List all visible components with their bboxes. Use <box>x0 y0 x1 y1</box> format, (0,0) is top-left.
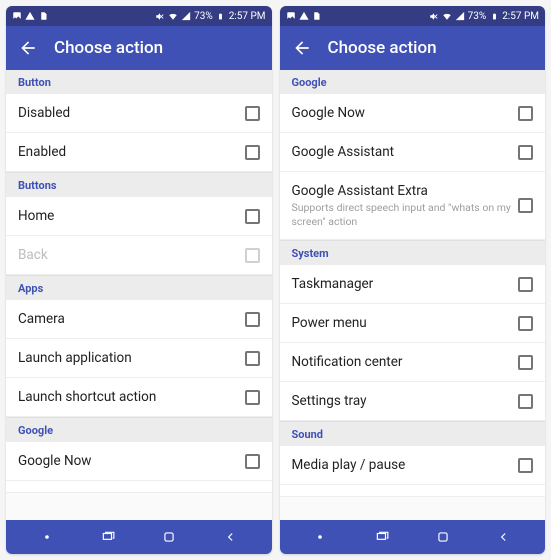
list-item-label: Google Assistant Extra <box>292 183 519 199</box>
checkbox-icon[interactable] <box>518 458 533 473</box>
status-bar: 73% 2:57 PM <box>6 6 272 26</box>
list-item[interactable]: Disabled <box>6 94 272 133</box>
nav-recents-icon[interactable] <box>98 527 118 547</box>
checkbox-icon[interactable] <box>518 198 533 213</box>
warning-icon <box>25 11 35 21</box>
phone-right: 73% 2:57 PM Choose action Google Google N… <box>280 6 546 554</box>
list-item-label: Taskmanager <box>292 276 519 292</box>
doc-icon <box>38 11 48 21</box>
app-bar: Choose action <box>6 26 272 70</box>
list-item[interactable]: Taskmanager <box>280 265 546 304</box>
list-item[interactable]: Power menu <box>280 304 546 343</box>
list-item[interactable]: Launch shortcut action <box>6 378 272 417</box>
list-item[interactable]: Google Assistant Extra Supports direct sp… <box>280 172 546 240</box>
list-item-label: Camera <box>18 311 245 327</box>
section-header: System <box>280 240 546 265</box>
checkbox-icon[interactable] <box>245 454 260 469</box>
checkbox-icon[interactable] <box>518 145 533 160</box>
wifi-icon <box>168 11 178 21</box>
image-icon <box>12 11 22 21</box>
list-item-label: Disabled <box>18 105 245 121</box>
battery-text: 73% <box>194 11 213 22</box>
clock-text: 2:57 PM <box>229 11 266 22</box>
list-item-label: Back <box>18 247 245 263</box>
list-item-sub: Supports direct speech input and "whats … <box>292 201 519 228</box>
signal-icon <box>455 11 465 21</box>
battery-icon <box>489 11 499 21</box>
section-header: Apps <box>6 275 272 300</box>
list-item: Back <box>6 236 272 275</box>
checkbox-icon[interactable] <box>518 316 533 331</box>
nav-home-icon[interactable] <box>159 527 179 547</box>
clock-text: 2:57 PM <box>502 11 539 22</box>
list-item[interactable]: Camera <box>6 300 272 339</box>
checkbox-icon[interactable] <box>245 312 260 327</box>
app-bar: Choose action <box>280 26 546 70</box>
checkbox-icon[interactable] <box>245 209 260 224</box>
list-item-label: Google Now <box>292 105 519 121</box>
checkbox-icon[interactable] <box>518 394 533 409</box>
mute-icon <box>155 11 165 21</box>
checkbox-icon[interactable] <box>245 145 260 160</box>
checkbox-icon <box>245 248 260 263</box>
checkbox-icon[interactable] <box>245 106 260 121</box>
section-header: Button <box>6 70 272 94</box>
list-item[interactable]: Notification center <box>280 343 546 382</box>
nav-back-icon[interactable] <box>221 527 241 547</box>
section-header: Buttons <box>6 172 272 197</box>
signal-icon <box>181 11 191 21</box>
list-item-label: Launch application <box>18 350 245 366</box>
doc-icon <box>312 11 322 21</box>
partial-list-item <box>280 485 546 497</box>
app-title: Choose action <box>54 38 163 58</box>
section-header: Google <box>6 417 272 442</box>
content-right: Google Google Now Google Assistant Google A… <box>280 70 546 520</box>
nav-home-icon[interactable] <box>433 527 453 547</box>
nav-recents-icon[interactable] <box>372 527 392 547</box>
nav-bar <box>6 520 272 554</box>
section-header: Google <box>280 70 546 94</box>
partial-list-item <box>6 481 272 493</box>
nav-back-icon[interactable] <box>494 527 514 547</box>
checkbox-icon[interactable] <box>518 277 533 292</box>
warning-icon <box>299 11 309 21</box>
battery-text: 73% <box>468 11 487 22</box>
list-item[interactable]: Google Now <box>6 442 272 481</box>
battery-icon <box>216 11 226 21</box>
list-item[interactable]: Google Now <box>280 94 546 133</box>
list-item-label: Settings tray <box>292 393 519 409</box>
list-item[interactable]: Launch application <box>6 339 272 378</box>
back-icon[interactable] <box>292 38 312 58</box>
image-icon <box>286 11 296 21</box>
list-item-label: Media play / pause <box>292 457 519 473</box>
checkbox-icon[interactable] <box>518 106 533 121</box>
content-left: Button Disabled Enabled Buttons Home Back Apps… <box>6 70 272 520</box>
list-item[interactable]: Home <box>6 197 272 236</box>
status-bar: 73% 2:57 PM <box>280 6 546 26</box>
phone-left: 73% 2:57 PM Choose action Button Disabled… <box>6 6 272 554</box>
nav-dot-icon[interactable] <box>37 527 57 547</box>
list-item[interactable]: Google Assistant <box>280 133 546 172</box>
list-item-label: Google Assistant <box>292 144 519 160</box>
checkbox-icon[interactable] <box>245 390 260 405</box>
list-item-label: Google Now <box>18 453 245 469</box>
section-header: Sound <box>280 421 546 446</box>
list-item-label: Notification center <box>292 354 519 370</box>
checkbox-icon[interactable] <box>518 355 533 370</box>
nav-dot-icon[interactable] <box>310 527 330 547</box>
list-item-label: Home <box>18 208 245 224</box>
checkbox-icon[interactable] <box>245 351 260 366</box>
back-icon[interactable] <box>18 38 38 58</box>
mute-icon <box>429 11 439 21</box>
wifi-icon <box>442 11 452 21</box>
list-item-label: Power menu <box>292 315 519 331</box>
app-title: Choose action <box>328 38 437 58</box>
list-item[interactable]: Media play / pause <box>280 446 546 485</box>
list-item[interactable]: Enabled <box>6 133 272 172</box>
list-item-label: Launch shortcut action <box>18 389 245 405</box>
list-item[interactable]: Settings tray <box>280 382 546 421</box>
nav-bar <box>280 520 546 554</box>
list-item-label: Enabled <box>18 144 245 160</box>
